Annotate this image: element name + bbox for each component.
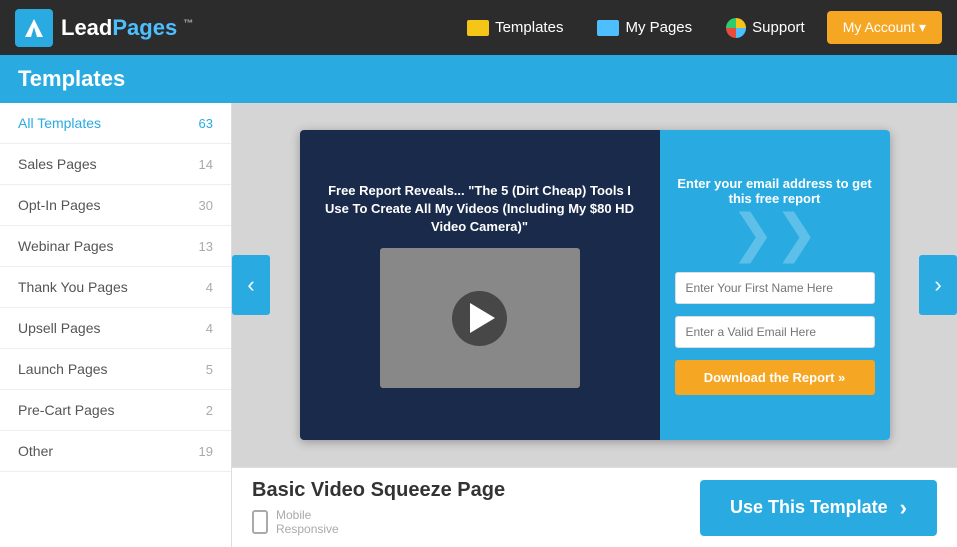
sidebar-item-label: Opt-In Pages xyxy=(18,197,101,213)
phone-icon xyxy=(252,510,268,534)
sidebar-item-count: 30 xyxy=(199,198,213,213)
sidebar-item-count: 19 xyxy=(199,444,213,459)
sidebar: All Templates 63 Sales Pages 14 Opt-In P… xyxy=(0,103,232,547)
sidebar-item-label: Webinar Pages xyxy=(18,238,113,254)
sidebar-item-label: Pre-Cart Pages xyxy=(18,402,114,418)
nav-my-pages-label: My Pages xyxy=(625,19,692,36)
template-left-panel: Free Report Reveals... "The 5 (Dirt Chea… xyxy=(300,130,660,440)
sidebar-item-count: 5 xyxy=(206,362,213,377)
nav-templates-label: Templates xyxy=(495,19,563,36)
support-icon xyxy=(726,18,746,38)
sidebar-item-upsell-pages[interactable]: Upsell Pages 4 xyxy=(0,308,231,349)
play-button[interactable] xyxy=(452,291,507,346)
sidebar-item-count: 63 xyxy=(199,116,213,131)
header: LeadPages ™ Templates My Pages Support M… xyxy=(0,0,957,55)
sidebar-item-label: Other xyxy=(18,443,53,459)
logo-icon xyxy=(15,9,53,47)
my-account-button[interactable]: My Account ▾ xyxy=(827,11,942,44)
page-title: Templates xyxy=(18,66,125,92)
sidebar-item-thank-you-pages[interactable]: Thank You Pages 4 xyxy=(0,267,231,308)
chevron-right-icon: › xyxy=(900,495,907,521)
nav-item-my-pages[interactable]: My Pages xyxy=(585,13,704,42)
sidebar-item-label: Upsell Pages xyxy=(18,320,101,336)
template-title-text: Free Report Reveals... "The 5 (Dirt Chea… xyxy=(320,182,640,237)
nav: Templates My Pages Support My Account ▾ xyxy=(455,11,942,44)
mobile-responsive-info: Mobile Responsive xyxy=(252,508,505,536)
template-preview-area: ‹ Free Report Reveals... "The 5 (Dirt Ch… xyxy=(232,103,957,467)
templates-icon xyxy=(467,20,489,36)
sidebar-item-label: Sales Pages xyxy=(18,156,97,172)
my-pages-icon xyxy=(597,20,619,36)
sidebar-item-all-templates[interactable]: All Templates 63 xyxy=(0,103,231,144)
logo: LeadPages ™ xyxy=(15,9,193,47)
sidebar-item-launch-pages[interactable]: Launch Pages 5 xyxy=(0,349,231,390)
sidebar-item-label: Launch Pages xyxy=(18,361,108,377)
main-layout: All Templates 63 Sales Pages 14 Opt-In P… xyxy=(0,103,957,547)
first-name-input[interactable] xyxy=(675,272,875,304)
sidebar-item-webinar-pages[interactable]: Webinar Pages 13 xyxy=(0,226,231,267)
sidebar-item-count: 14 xyxy=(199,157,213,172)
bottom-bar: Basic Video Squeeze Page Mobile Responsi… xyxy=(232,467,957,547)
template-right-title-text: Enter your email address to get this fre… xyxy=(675,176,875,206)
mobile-label: Mobile xyxy=(276,508,339,522)
content-area: ‹ Free Report Reveals... "The 5 (Dirt Ch… xyxy=(232,103,957,547)
chevron-decoration: ❯❯ xyxy=(731,208,818,260)
carousel-prev-button[interactable]: ‹ xyxy=(232,255,270,315)
template-card: Free Report Reveals... "The 5 (Dirt Chea… xyxy=(300,130,890,440)
page-title-bar: Templates xyxy=(0,55,957,103)
sidebar-item-label: All Templates xyxy=(18,115,101,131)
template-right-panel: Enter your email address to get this fre… xyxy=(660,130,890,440)
logo-text: LeadPages ™ xyxy=(61,15,193,41)
sidebar-item-label: Thank You Pages xyxy=(18,279,128,295)
sidebar-item-other[interactable]: Other 19 xyxy=(0,431,231,472)
template-name: Basic Video Squeeze Page xyxy=(252,479,505,502)
sidebar-item-count: 4 xyxy=(206,321,213,336)
carousel-next-button[interactable]: › xyxy=(919,255,957,315)
sidebar-item-opt-in-pages[interactable]: Opt-In Pages 30 xyxy=(0,185,231,226)
responsive-label: Responsive xyxy=(276,522,339,536)
nav-item-support[interactable]: Support xyxy=(714,12,817,44)
cta-button[interactable]: Download the Report » xyxy=(675,360,875,395)
nav-support-label: Support xyxy=(752,19,805,36)
video-placeholder[interactable] xyxy=(380,248,580,388)
nav-item-templates[interactable]: Templates xyxy=(455,13,575,42)
sidebar-item-count: 4 xyxy=(206,280,213,295)
template-info: Basic Video Squeeze Page Mobile Responsi… xyxy=(252,479,505,536)
sidebar-item-sales-pages[interactable]: Sales Pages 14 xyxy=(0,144,231,185)
use-template-button[interactable]: Use This Template › xyxy=(700,480,937,536)
email-input[interactable] xyxy=(675,316,875,348)
use-template-label: Use This Template xyxy=(730,497,888,518)
sidebar-item-count: 2 xyxy=(206,403,213,418)
sidebar-item-pre-cart-pages[interactable]: Pre-Cart Pages 2 xyxy=(0,390,231,431)
sidebar-item-count: 13 xyxy=(199,239,213,254)
